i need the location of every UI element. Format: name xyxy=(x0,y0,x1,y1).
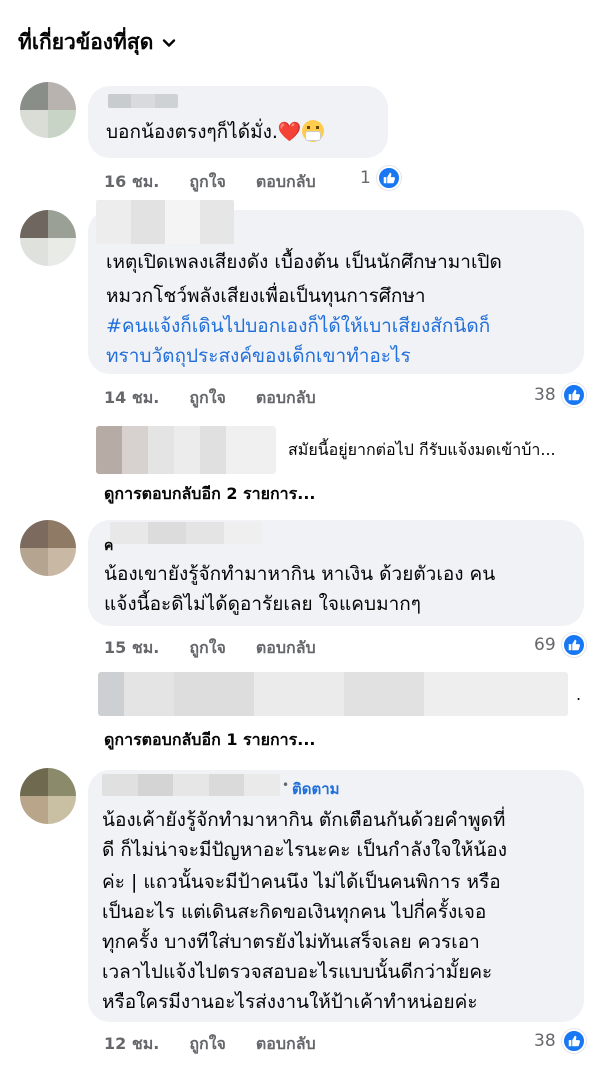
like-action[interactable]: ถูกใจ xyxy=(189,1032,226,1057)
comment-time[interactable]: 14 ชม. xyxy=(104,386,159,411)
reaction-summary[interactable]: 69 xyxy=(534,633,586,657)
like-action[interactable]: ถูกใจ xyxy=(189,636,226,661)
reply-text-blurred xyxy=(98,672,568,716)
reply-action[interactable]: ตอบกลับ xyxy=(256,1032,316,1057)
comment-time[interactable]: 15 ชม. xyxy=(104,636,159,661)
reaction-count: 1 xyxy=(360,168,371,188)
commenter-name-blurred[interactable] xyxy=(96,200,234,244)
comment-text-line: เวลาไปแจ้งไปตรวจสอบอะไรแบบนั้นดีกว่ามั้ย… xyxy=(102,961,493,983)
comment-time[interactable]: 16 ชม. xyxy=(104,170,159,195)
avatar[interactable] xyxy=(20,210,76,266)
commenter-name-blurred[interactable] xyxy=(102,774,280,796)
comment-text-line: ทุกครั้ง บางทีใส่บาตรยังไม่ทันเสร็จเลย ค… xyxy=(102,931,480,953)
hashtag-link[interactable]: ทราบวัตถุประสงค์ของเด็กเขาทำอะไร xyxy=(106,340,411,372)
view-more-replies-link[interactable]: ดูการตอบกลับอีก 2 รายการ... xyxy=(104,482,315,507)
separator-dot: • xyxy=(282,778,290,792)
like-icon xyxy=(561,383,586,407)
comment-meta: 12 ชม. ถูกใจ ตอบกลับ xyxy=(104,1032,346,1057)
sort-dropdown[interactable]: ที่เกี่ยวข้องที่สุด xyxy=(18,26,177,59)
avatar[interactable] xyxy=(20,82,76,138)
comment-time[interactable]: 12 ชม. xyxy=(104,1032,159,1057)
comment-meta: 15 ชม. ถูกใจ ตอบกลับ xyxy=(104,636,346,661)
reaction-count: 38 xyxy=(534,1031,556,1051)
comment-text-line: ค่ะ | แถวนั้นจะมีป้าคนนึง ไม่ได้เป็นคนพิ… xyxy=(102,871,501,893)
avatar[interactable] xyxy=(20,520,76,576)
like-action[interactable]: ถูกใจ xyxy=(189,386,226,411)
avatar[interactable] xyxy=(20,768,76,824)
reaction-count: 69 xyxy=(534,635,556,655)
mask-face-emoji xyxy=(301,120,324,142)
reply-action[interactable]: ตอบกลับ xyxy=(256,386,316,411)
comment-meta: 16 ชม. ถูกใจ ตอบกลับ xyxy=(104,170,346,195)
reaction-summary[interactable]: 38 xyxy=(534,1029,586,1053)
follow-button[interactable]: ติดตาม xyxy=(292,777,340,801)
commenter-name-blurred[interactable] xyxy=(110,522,262,544)
reply-preview-text: สมัยนี้อยู่ยากต่อไป กีรับแจ้งมดเข้าบ้า..… xyxy=(288,439,556,459)
commenter-name-blurred[interactable] xyxy=(108,94,178,108)
comment-text-line: หมวกโชว์พลังเสียงเพื่อเป็นทุนการศึกษา xyxy=(106,285,426,307)
reply-action[interactable]: ตอบกลับ xyxy=(256,636,316,661)
like-icon xyxy=(376,166,401,190)
comment-text-line: แจ้งนี้อะดิไม่ได้ดูอารัยเลย ใจแคบมากๆ xyxy=(104,593,421,615)
reaction-summary[interactable]: 38 xyxy=(534,383,586,407)
heart-emoji: ❤️ xyxy=(277,121,302,143)
comment-text-line: ดี ก็ไม่น่าจะมีปัญหาอะไรนะคะ เป็นกำลังใจ… xyxy=(102,839,507,861)
comment-meta: 14 ชม. ถูกใจ ตอบกลับ xyxy=(104,386,346,411)
comment-text-line: น้องเขายังรู้จักทำมาหากิน หาเงิน ด้วยตัว… xyxy=(104,563,496,585)
comment-text-line: น้องเค้ายังรู้จักทำมาหากิน ตักเตือนกันด้… xyxy=(102,809,506,831)
like-icon xyxy=(561,633,586,657)
reply-preview[interactable]: . xyxy=(98,672,581,716)
view-more-replies-link[interactable]: ดูการตอบกลับอีก 1 รายการ... xyxy=(104,728,315,753)
comment-text: บอกน้องตรงๆก็ได้มั่ง.❤️ xyxy=(106,116,324,148)
comment-text-line: เป็นอะไร แต่เดินสะกิดขอเงินทุกคน ไปกี่คร… xyxy=(102,901,487,923)
reaction-count: 38 xyxy=(534,385,556,405)
reply-preview[interactable]: สมัยนี้อยู่ยากต่อไป กีรับแจ้งมดเข้าบ้า..… xyxy=(96,426,556,474)
reply-action[interactable]: ตอบกลับ xyxy=(256,170,316,195)
like-icon xyxy=(561,1029,586,1053)
comment-text-line: เหตุเปิดเพลงเสียงดัง เบื้องต้น เป็นนักศึ… xyxy=(106,251,502,273)
like-action[interactable]: ถูกใจ xyxy=(189,170,226,195)
chevron-down-icon xyxy=(163,38,176,47)
hashtag-link[interactable]: #คนแจ้งก็เดินไปบอกเองก็ได้ให้เบาเสียงสัก… xyxy=(106,310,490,342)
sort-label: ที่เกี่ยวข้องที่สุด xyxy=(18,30,154,54)
reply-preview-text: . xyxy=(576,684,582,704)
reaction-summary[interactable]: 1 xyxy=(360,166,401,190)
reply-author-blurred xyxy=(96,426,276,474)
comment-text-line: หรือใครมีงานอะไรส่งงานให้ป้าเค้าทำหน่อยค… xyxy=(102,991,478,1013)
